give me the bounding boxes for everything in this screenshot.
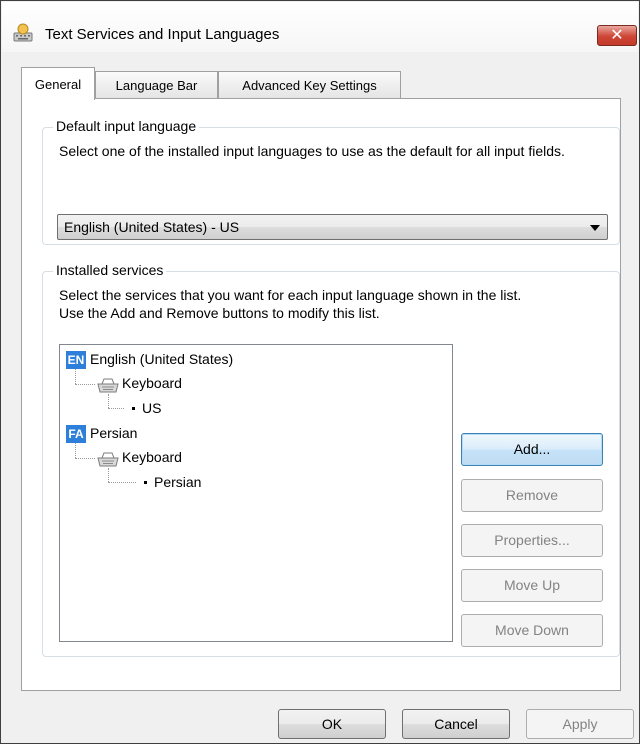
language-code-badge: EN [66, 351, 86, 369]
group-legend: Installed services [53, 262, 167, 278]
remove-button[interactable]: Remove [461, 479, 603, 512]
group-legend: Default input language [53, 118, 200, 134]
default-input-language-group: Default input language Select one of the… [42, 118, 620, 245]
group-description-line1: Select the services that you want for ea… [59, 287, 522, 303]
close-icon: ✕ [610, 27, 624, 44]
language-name: Persian [90, 425, 138, 441]
apply-button[interactable]: Apply [526, 709, 634, 739]
installed-services-tree[interactable]: EN English (United States) Keyboard US F [59, 344, 453, 642]
tree-item-layout-persian[interactable]: Persian [154, 474, 201, 490]
cancel-button[interactable]: Cancel [402, 709, 510, 739]
keyboard-icon [97, 452, 119, 467]
installed-services-group: Installed services Select the services t… [42, 262, 620, 657]
tree-connector [75, 458, 95, 459]
tree-connector [108, 394, 109, 408]
tab-label: Advanced Key Settings [242, 78, 377, 93]
tab-language-bar[interactable]: Language Bar [95, 71, 218, 98]
tab-general[interactable]: General [21, 67, 95, 100]
tab-advanced-key-settings[interactable]: Advanced Key Settings [218, 71, 401, 98]
group-description-line2: Use the Add and Remove buttons to modify… [59, 305, 380, 321]
dialog-window: Text Services and Input Languages ✕ Gene… [0, 0, 640, 744]
tab-label: Language Bar [115, 78, 198, 93]
selected-language: English (United States) - US [64, 219, 240, 235]
keyboard-icon [97, 378, 119, 393]
move-up-button[interactable]: Move Up [461, 569, 603, 602]
ok-button[interactable]: OK [278, 709, 386, 739]
bullet-icon [144, 481, 147, 484]
tree-connector [108, 482, 136, 483]
tree-item-keyboard[interactable]: Keyboard [122, 375, 182, 391]
tree-connector [75, 369, 76, 384]
general-tab-panel: Default input language Select one of the… [21, 98, 621, 691]
properties-button[interactable]: Properties... [461, 524, 603, 557]
default-language-select[interactable]: English (United States) - US [57, 214, 608, 240]
tree-connector [108, 408, 124, 409]
bullet-icon [132, 407, 135, 410]
window-title: Text Services and Input Languages [45, 26, 280, 43]
add-button[interactable]: Add... [461, 433, 603, 466]
language-code-badge: FA [66, 425, 86, 443]
tree-item-keyboard[interactable]: Keyboard [122, 449, 182, 465]
tab-label: General [34, 77, 82, 92]
tree-connector [75, 384, 95, 385]
chevron-down-icon [590, 225, 600, 231]
keyboard-globe-icon [13, 23, 33, 42]
title-bar[interactable]: Text Services and Input Languages ✕ [2, 2, 638, 52]
tree-connector [108, 468, 109, 482]
tree-connector [75, 443, 76, 458]
language-name: English (United States) [90, 351, 234, 367]
move-down-button[interactable]: Move Down [461, 614, 603, 647]
tree-item-layout-us[interactable]: US [142, 400, 161, 416]
group-description: Select one of the installed input langua… [59, 143, 565, 159]
close-button[interactable]: ✕ [597, 25, 637, 46]
